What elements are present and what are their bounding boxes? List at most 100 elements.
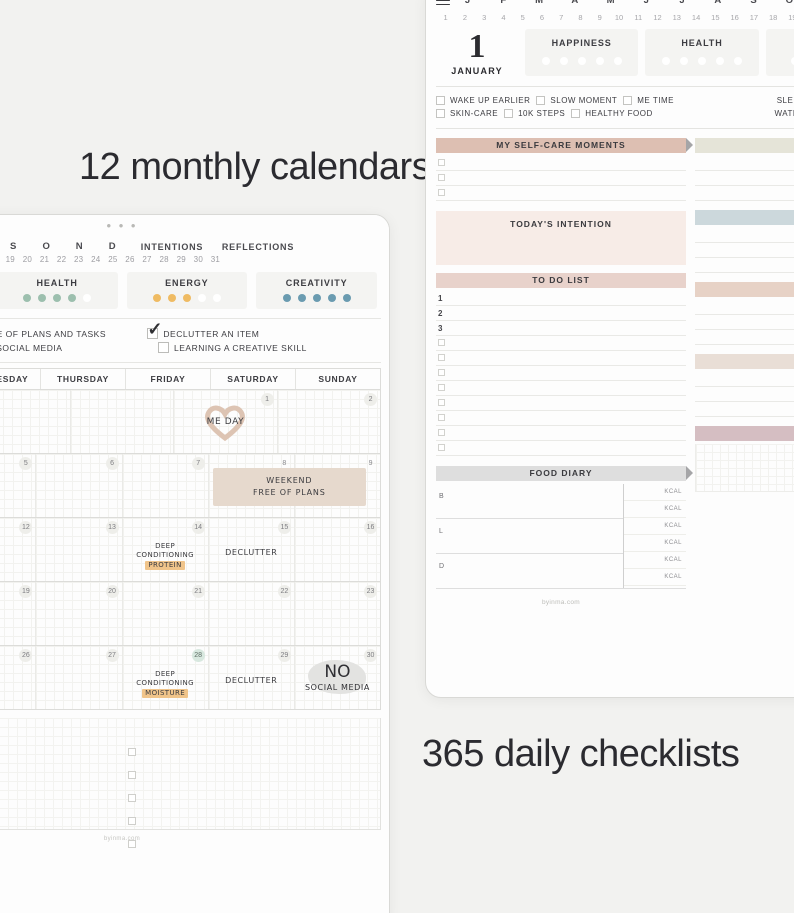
mood-dot[interactable] (559, 56, 568, 65)
mood-dot[interactable] (613, 56, 622, 65)
mood-dot[interactable] (715, 56, 724, 65)
calendar-day-cell-20[interactable]: 20 (36, 582, 123, 645)
monthly-month-nav[interactable]: MJJASONDINTENTIONSREFLECTIONS (0, 237, 381, 253)
list-item[interactable] (695, 300, 794, 315)
mood-dot-filled[interactable] (23, 294, 32, 302)
mood-dot[interactable] (697, 56, 706, 65)
day-tab-30[interactable]: 30 (190, 255, 207, 264)
goal-declutter-an-item[interactable]: DECLUTTER AN ITEM (147, 320, 377, 339)
calendar-day-cell-28[interactable]: 28 DEEP CONDITIONING MOISTURE (122, 646, 209, 709)
list-item[interactable] (436, 171, 686, 186)
habit-wake-up-earlier[interactable]: WAKE UP EARLIER (436, 96, 530, 106)
monthly-goal-row-2[interactable]: Y OUTDOORSA DAY NO SOCIAL MEDIALEARNING … (0, 342, 377, 353)
section-lines[interactable] (695, 156, 794, 201)
food-meal-b[interactable]: B (436, 484, 623, 519)
mood-dot[interactable] (679, 56, 688, 65)
habit-slow-moment[interactable]: SLOW MOMENT (536, 96, 617, 106)
mood-dot-row[interactable] (772, 56, 794, 65)
checkbox-icon[interactable] (438, 189, 445, 197)
list-item[interactable] (436, 336, 686, 351)
day-tab-6[interactable]: 6 (532, 13, 551, 22)
day-tab-1[interactable]: 1 (436, 13, 455, 22)
month-tab-m-2[interactable]: M (522, 0, 558, 6)
day-tab-24[interactable]: 24 (87, 255, 104, 264)
day-tab-29[interactable]: 29 (173, 255, 190, 264)
day-tab-18[interactable]: 18 (764, 13, 783, 22)
mood-dot-filled[interactable] (152, 294, 161, 302)
calendar-day-cell-21[interactable]: 21 (122, 582, 209, 645)
mood-dot-filled[interactable] (327, 294, 336, 302)
mood-dot-empty[interactable] (83, 294, 92, 302)
month-tab-s-4[interactable]: S (0, 241, 30, 252)
list-item[interactable] (436, 411, 686, 426)
mood-dot[interactable] (595, 56, 604, 65)
goal-a-day-no-social-media[interactable]: A DAY NO SOCIAL MEDIA (0, 342, 153, 353)
day-tab-10[interactable]: 10 (609, 13, 628, 22)
section-lines[interactable] (695, 300, 794, 345)
day-tab-8[interactable]: 8 (571, 13, 590, 22)
calendar-day-cell[interactable] (0, 390, 71, 453)
checkbox-icon[interactable] (623, 96, 633, 106)
kcal-cell[interactable]: KCAL (624, 501, 686, 518)
food-diary-kcal[interactable]: KCAL KCAL KCAL KCAL KCAL KCAL (624, 484, 686, 588)
month-tab-j-5[interactable]: J (629, 0, 665, 6)
calendar-day-cell-23[interactable]: 23 (294, 582, 381, 645)
list-item[interactable] (436, 156, 686, 171)
day-tab-31[interactable]: 31 (207, 255, 224, 264)
calendar-day-cell-29[interactable]: 29 DECLUTTER (208, 646, 295, 709)
section-lines[interactable] (695, 228, 794, 273)
daily-habit-row-1[interactable]: WAKE UP EARLIER SLOW MOMENT ME TIME SLEEP (436, 96, 794, 106)
mood-dot-row[interactable] (1, 294, 114, 302)
kcal-cell[interactable]: KCAL (624, 569, 686, 586)
list-item[interactable] (436, 186, 686, 201)
checkbox-icon[interactable] (438, 444, 445, 452)
kcal-cell[interactable]: KCAL (624, 484, 686, 501)
checkbox-icon[interactable] (438, 354, 445, 362)
list-item[interactable] (436, 351, 686, 366)
kcal-cell[interactable]: KCAL (624, 518, 686, 535)
checkbox-icon[interactable] (436, 96, 445, 106)
day-tab-13[interactable]: 13 (667, 13, 686, 22)
month-tab-o-9[interactable]: O (772, 0, 794, 6)
month-tab-a-3[interactable]: A (557, 0, 593, 6)
list-item[interactable] (695, 330, 794, 345)
section-todays-intention[interactable]: TODAY'S INTENTION (436, 210, 686, 265)
list-item[interactable] (436, 426, 686, 441)
day-tab-14[interactable]: 14 (686, 13, 705, 22)
calendar-day-cell-30[interactable]: 30 NO SOCIAL MEDIA (294, 646, 381, 709)
checkbox-icon[interactable] (128, 771, 136, 779)
nav-tab-reflections[interactable]: REFLECTIONS (215, 242, 301, 252)
day-tab-4[interactable]: 4 (494, 13, 513, 22)
day-tab-5[interactable]: 5 (513, 13, 532, 22)
checkbox-icon[interactable] (504, 109, 514, 119)
mood-dot-filled[interactable] (312, 294, 321, 302)
mood-dot[interactable] (733, 56, 742, 65)
checkbox-icon[interactable] (438, 174, 445, 182)
list-item[interactable] (436, 441, 686, 456)
hamburger-menu-icon[interactable] (436, 0, 450, 8)
daily-day-number-nav[interactable]: 1234567891011121314151617181920212223 (436, 11, 794, 29)
daily-month-letters[interactable]: JFMAMJJASOND (450, 0, 794, 6)
mood-dot[interactable] (661, 56, 670, 65)
day-tab-9[interactable]: 9 (590, 13, 609, 22)
month-tab-o-5[interactable]: O (30, 241, 63, 252)
calendar-day-cell-2[interactable]: 2 (277, 390, 381, 453)
day-tab-3[interactable]: 3 (475, 13, 494, 22)
tracker-sleep[interactable]: SLEEP (777, 96, 794, 106)
day-tab-19[interactable]: 19 (783, 13, 794, 22)
checkbox-icon[interactable] (438, 369, 445, 377)
list-item[interactable] (695, 387, 794, 402)
calendar-day-cell-12[interactable]: 12 (0, 518, 37, 581)
calendar-day-cell-13[interactable]: 13 (36, 518, 123, 581)
list-item[interactable]: 2 (436, 306, 686, 321)
habit-skin-care[interactable]: SKIN-CARE (436, 109, 498, 119)
month-tab-n-6[interactable]: N (63, 241, 96, 252)
habit-me-time[interactable]: ME TIME (623, 96, 674, 106)
day-tab-25[interactable]: 25 (104, 255, 121, 264)
checkbox-icon[interactable] (438, 429, 445, 437)
day-tab-26[interactable]: 26 (121, 255, 138, 264)
calendar-day-cell-7[interactable]: 7 (122, 454, 209, 517)
calendar-day-cell-22[interactable]: 22 (208, 582, 295, 645)
list-item[interactable] (695, 402, 794, 417)
day-tab-15[interactable]: 15 (706, 13, 725, 22)
